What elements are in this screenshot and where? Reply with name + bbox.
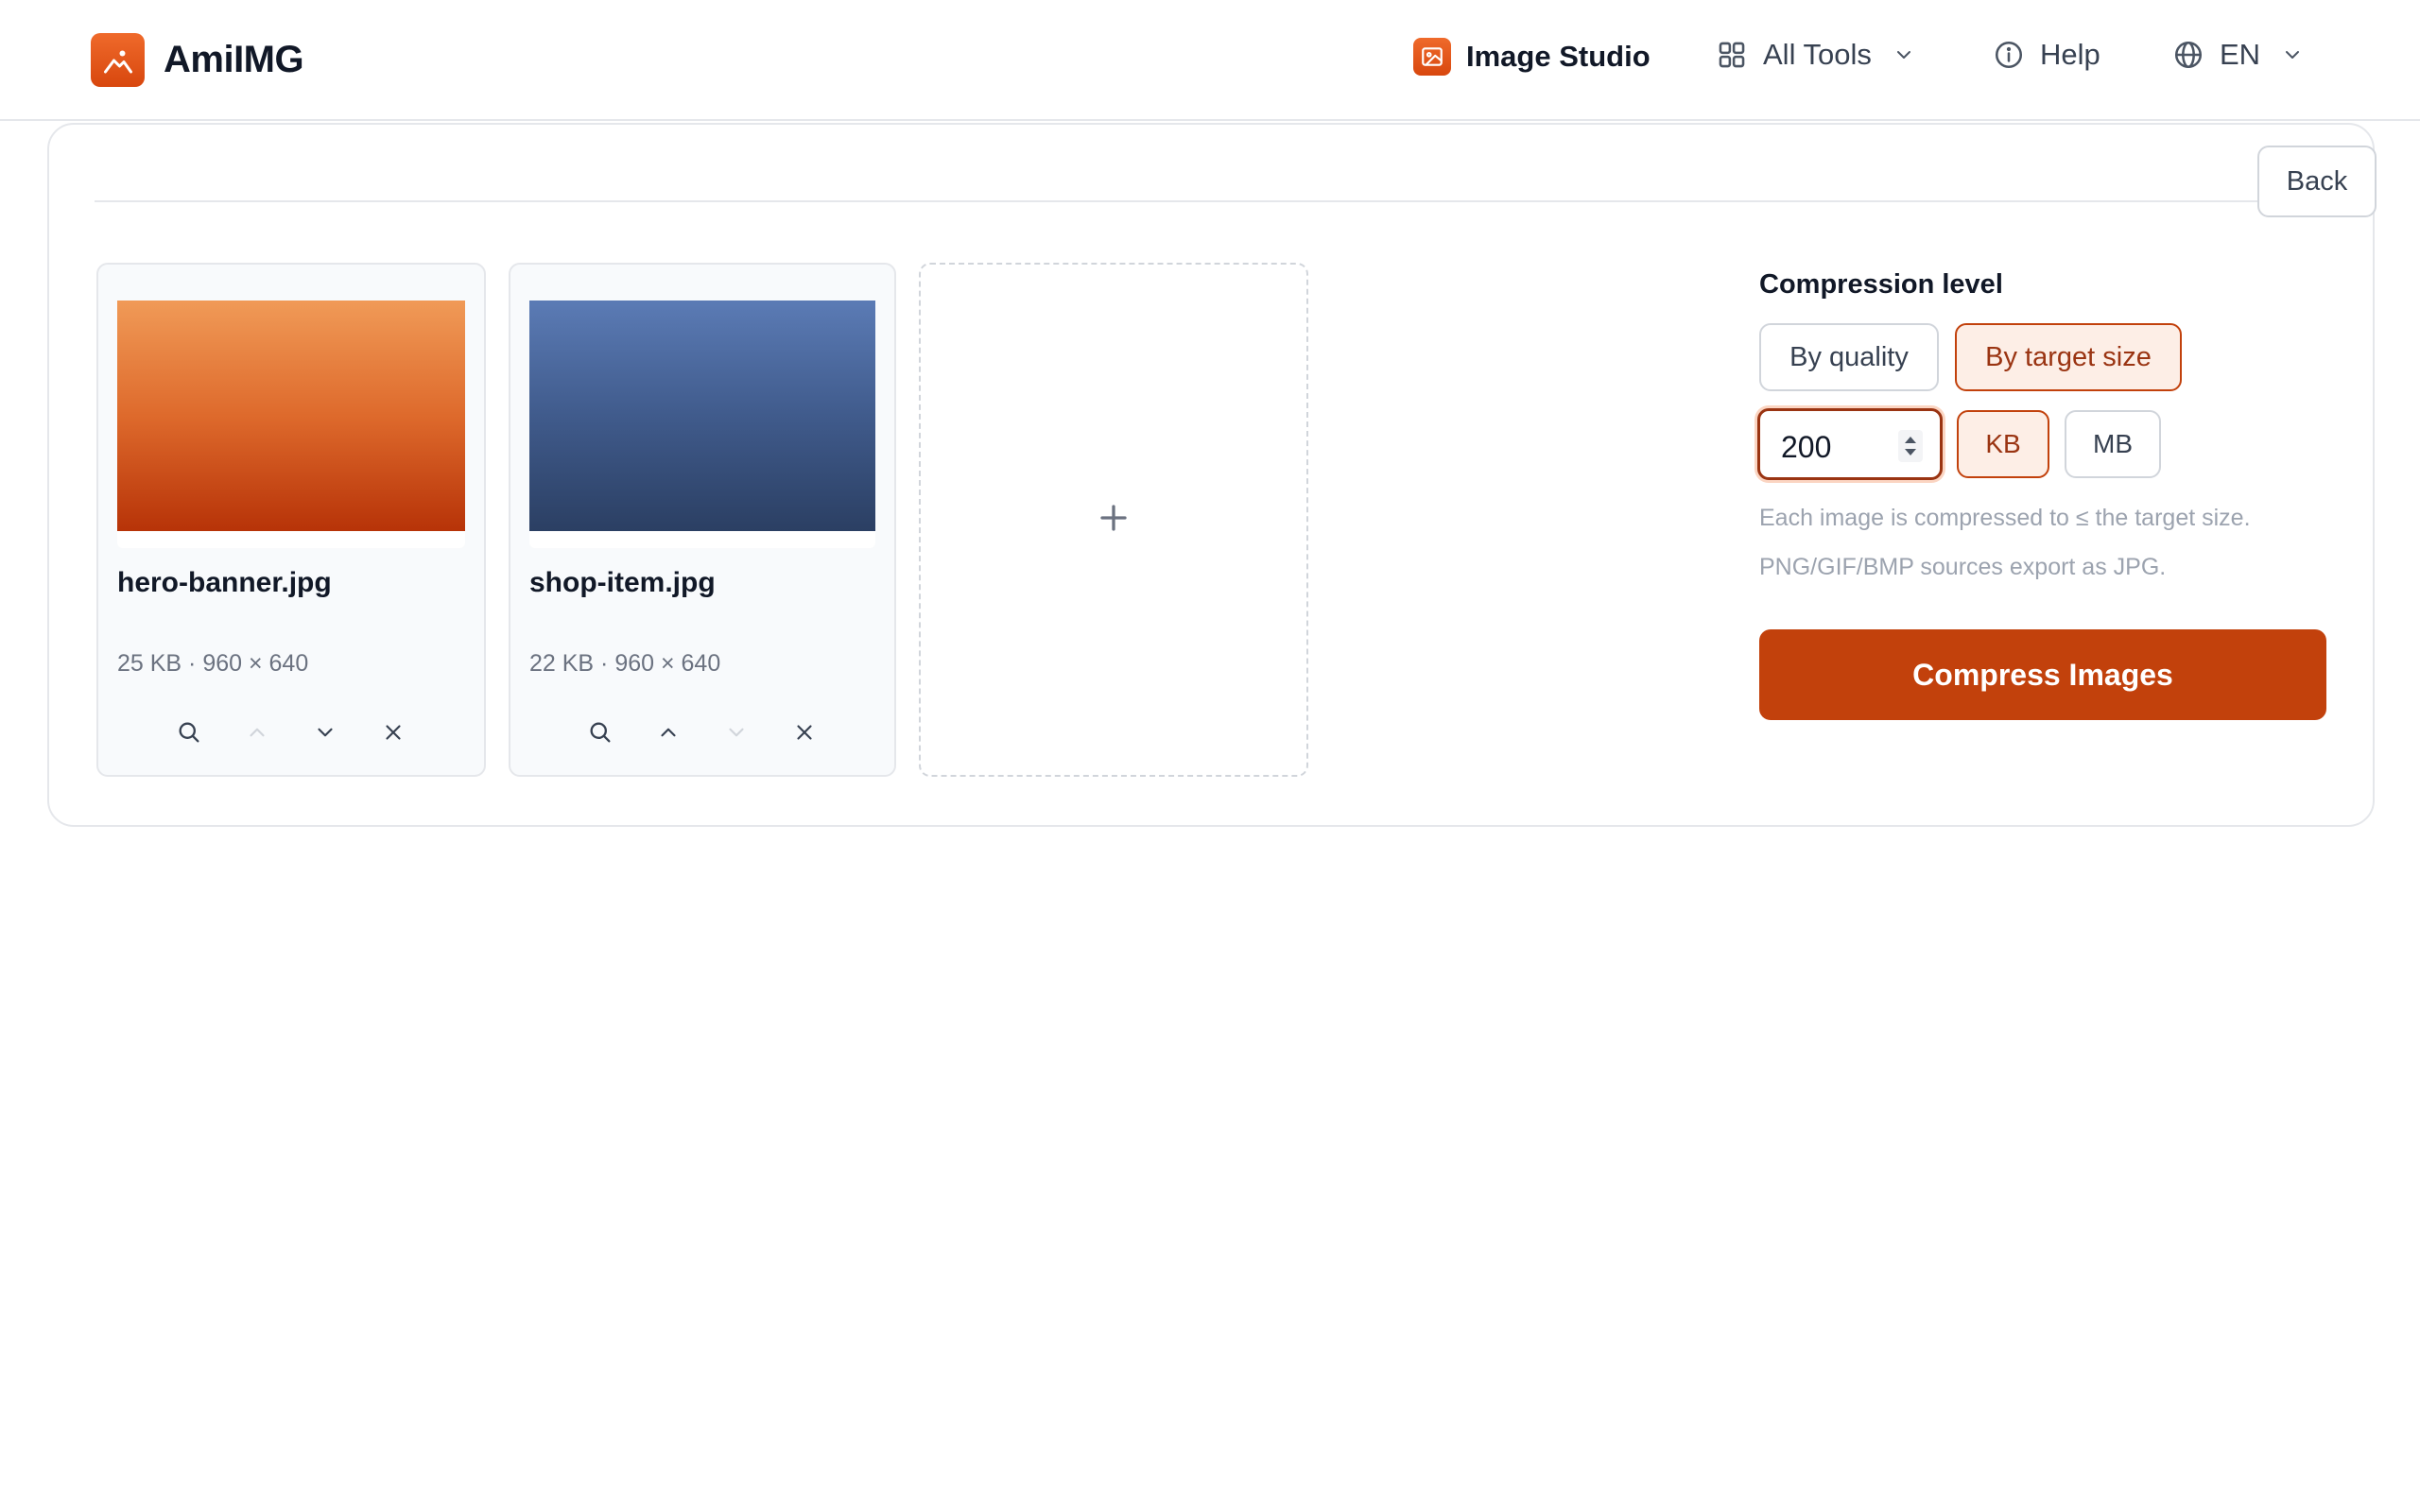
info-icon: [1993, 39, 2025, 71]
image-tile: hero-banner.jpg 25 KB · 960 × 640: [96, 263, 486, 777]
zoom-icon[interactable]: [172, 715, 206, 749]
unit-mb-button[interactable]: MB: [2065, 410, 2161, 478]
zoom-icon[interactable]: [583, 715, 617, 749]
image-icon: [1413, 38, 1451, 76]
language-selector[interactable]: EN: [2172, 38, 2304, 72]
image-name: shop-item.jpg: [529, 567, 716, 598]
globe-icon: [2172, 39, 2204, 71]
image-meta: 25 KB · 960 × 640: [117, 650, 309, 677]
tile-actions: [98, 709, 484, 756]
image-thumbnail[interactable]: [117, 301, 465, 531]
image-name: hero-banner.jpg: [117, 567, 332, 598]
by-target-size-button[interactable]: By target size: [1955, 323, 2182, 391]
brand[interactable]: AmiIMG: [91, 33, 304, 87]
move-up-icon[interactable]: [651, 715, 685, 749]
stepper-up-icon[interactable]: [1904, 436, 1917, 444]
app-header: AmiIMG Image Studio All Tools Help EN: [0, 0, 2420, 121]
thumbnail-frame: [117, 301, 465, 548]
move-up-icon[interactable]: [240, 715, 274, 749]
remove-icon[interactable]: [787, 715, 821, 749]
plus-icon: [1097, 501, 1131, 540]
add-image-tile[interactable]: [919, 263, 1308, 777]
back-button[interactable]: Back: [2257, 146, 2377, 217]
nav-image-studio-label: Image Studio: [1466, 40, 1651, 73]
hint-text: PNG/GIF/BMP sources export as JPG.: [1759, 554, 2167, 580]
grid-icon: [1716, 39, 1748, 71]
nav-help[interactable]: Help: [1993, 38, 2100, 72]
nav-help-label: Help: [2040, 38, 2100, 71]
by-quality-button[interactable]: By quality: [1759, 323, 1939, 391]
move-down-icon[interactable]: [308, 715, 342, 749]
brand-logo-icon: [91, 33, 145, 87]
tile-actions: [510, 709, 894, 756]
chevron-down-icon: [2281, 43, 2304, 66]
unit-kb-button[interactable]: KB: [1957, 410, 2049, 478]
thumbnail-frame: [529, 301, 875, 548]
target-size-input[interactable]: 200: [1757, 408, 1943, 480]
move-down-icon[interactable]: [719, 715, 753, 749]
compress-images-button[interactable]: Compress Images: [1759, 629, 2326, 720]
target-size-value: 200: [1781, 430, 1832, 464]
language-label: EN: [2220, 38, 2261, 71]
stepper-down-icon[interactable]: [1904, 448, 1917, 456]
image-tile: shop-item.jpg 22 KB · 960 × 640: [509, 263, 896, 777]
number-stepper[interactable]: [1898, 430, 1923, 462]
chevron-down-icon: [1893, 43, 1915, 66]
nav-image-studio[interactable]: Image Studio: [1413, 38, 1651, 76]
brand-name: AmiIMG: [164, 39, 304, 80]
nav-all-tools-label: All Tools: [1763, 38, 1872, 71]
image-thumbnail[interactable]: [529, 301, 875, 531]
remove-icon[interactable]: [376, 715, 410, 749]
hint-text: Each image is compressed to ≤ the target…: [1759, 505, 2251, 531]
compression-level-title: Compression level: [1759, 269, 2003, 300]
nav-all-tools[interactable]: All Tools: [1716, 38, 1915, 72]
image-meta: 22 KB · 960 × 640: [529, 650, 721, 677]
divider: [95, 200, 2316, 202]
